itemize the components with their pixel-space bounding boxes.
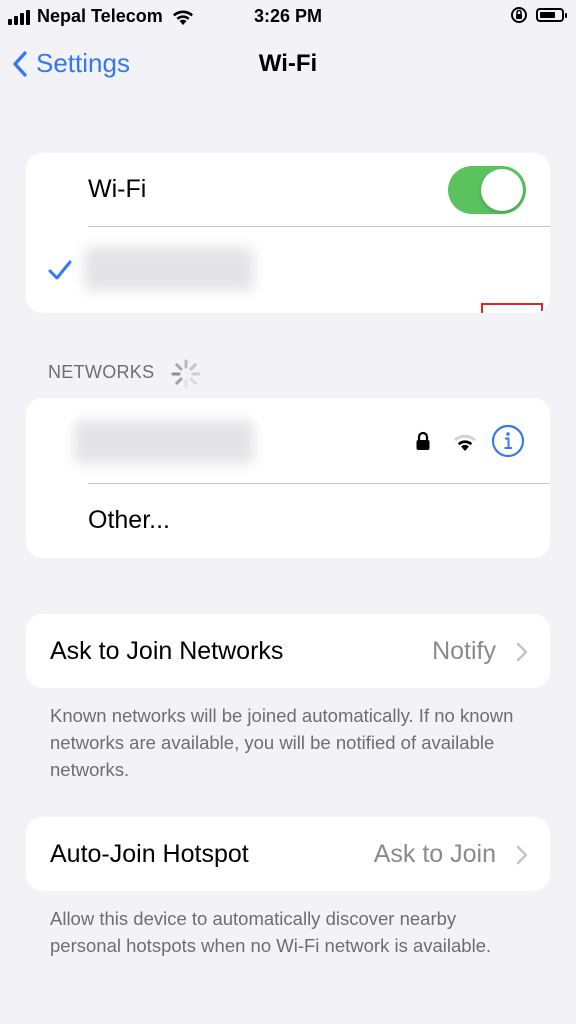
ask-to-join-label: Ask to Join Networks bbox=[50, 637, 284, 665]
networks-card: Other... bbox=[26, 398, 550, 558]
wifi-toggle[interactable] bbox=[448, 166, 526, 214]
other-network-row[interactable]: Other... bbox=[26, 484, 550, 558]
highlight-box bbox=[481, 303, 543, 313]
wifi-toggle-label: Wi-Fi bbox=[88, 175, 147, 203]
wifi-toggle-row: Wi-Fi bbox=[26, 153, 550, 227]
other-network-label: Other... bbox=[88, 506, 170, 534]
chevron-right-icon bbox=[516, 845, 528, 865]
ask-to-join-card: Ask to Join Networks Notify bbox=[26, 614, 550, 688]
battery-icon bbox=[536, 8, 567, 22]
network-name-redacted bbox=[74, 420, 254, 464]
status-right bbox=[510, 6, 567, 24]
status-bar: Nepal Telecom 3:26 PM bbox=[0, 0, 576, 34]
info-icon[interactable] bbox=[491, 424, 525, 458]
ask-to-join-row[interactable]: Ask to Join Networks Notify bbox=[26, 614, 550, 688]
auto-join-hotspot-footnote: Allow this device to automatically disco… bbox=[50, 908, 492, 956]
networks-section-header: NETWORKS bbox=[48, 362, 155, 382]
chevron-right-icon bbox=[516, 642, 528, 662]
status-time: 3:26 PM bbox=[253, 6, 323, 26]
connected-network-name-redacted bbox=[84, 247, 254, 291]
ask-to-join-footnote: Known networks will be joined automatica… bbox=[50, 705, 514, 780]
wifi-signal-icon bbox=[454, 434, 476, 451]
page-title: Wi-Fi bbox=[258, 50, 318, 77]
auto-join-hotspot-row[interactable]: Auto-Join Hotspot Ask to Join bbox=[26, 817, 550, 891]
auto-join-hotspot-card: Auto-Join Hotspot Ask to Join bbox=[26, 817, 550, 891]
wifi-card: Wi-Fi bbox=[26, 153, 550, 313]
auto-join-hotspot-label: Auto-Join Hotspot bbox=[50, 840, 249, 868]
orientation-lock-icon bbox=[511, 7, 527, 23]
connected-network-row[interactable] bbox=[26, 227, 550, 313]
network-row[interactable] bbox=[26, 398, 550, 484]
auto-join-hotspot-value: Ask to Join bbox=[373, 840, 496, 868]
navigation-bar: Settings Wi-Fi bbox=[0, 40, 576, 90]
checkmark-icon bbox=[48, 260, 72, 280]
loading-spinner-icon bbox=[171, 359, 201, 389]
ask-to-join-value: Notify bbox=[432, 637, 496, 665]
lock-icon bbox=[416, 431, 430, 450]
battery-fill bbox=[540, 12, 555, 18]
toggle-knob bbox=[481, 169, 523, 211]
